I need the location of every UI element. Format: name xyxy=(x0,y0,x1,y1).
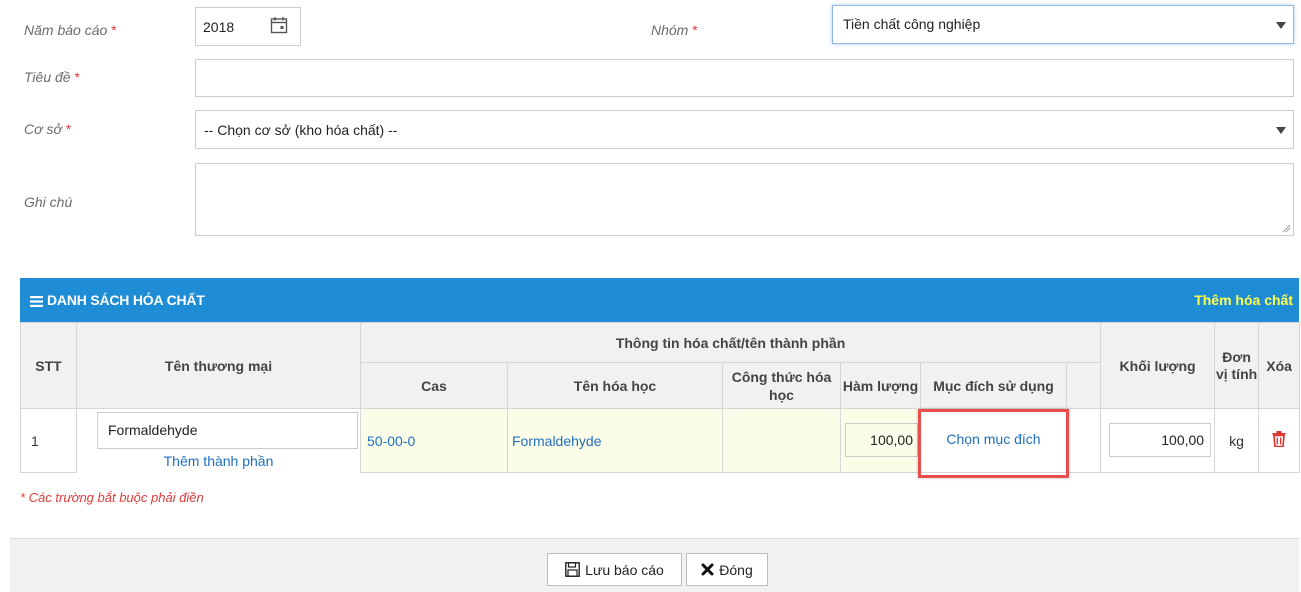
row-weight-cell: 100,00 xyxy=(1100,408,1216,473)
close-label: Đóng xyxy=(719,561,753,578)
row-trade-name-cell: Formaldehyde Thêm thành phần xyxy=(76,408,361,473)
calendar-icon[interactable] xyxy=(270,16,288,37)
required-mark: * xyxy=(692,22,698,38)
facility-label: Cơ sở * xyxy=(24,121,71,137)
table-row: 1 Formaldehyde Thêm thành phần 50-00-0 F… xyxy=(20,408,1301,478)
choose-purpose-link[interactable]: Chọn mục đích xyxy=(921,431,1066,447)
note-label-text: Ghi chú xyxy=(24,194,73,210)
col-header-chem-name: Tên hóa học xyxy=(507,362,723,409)
row-chem-name-value: Formaldehyde xyxy=(512,432,602,449)
col-header-delete: Xóa xyxy=(1258,322,1301,409)
required-mark: * xyxy=(65,121,72,137)
group-select[interactable]: Tiền chất công nghiệp xyxy=(832,5,1294,44)
col-header-formula: Công thức hóa học xyxy=(722,362,841,409)
title-input[interactable] xyxy=(195,59,1294,97)
col-header-cas: Cas xyxy=(360,362,508,409)
row-cas-value: 50-00-0 xyxy=(367,432,416,449)
facility-value: -- Chọn cơ sở (kho hóa chất) -- xyxy=(204,122,398,138)
save-icon xyxy=(565,562,581,577)
trade-name-value: Formaldehyde xyxy=(108,422,198,438)
row-cas: 50-00-0 xyxy=(360,408,508,473)
row-content-cell: 100,00 xyxy=(840,408,921,473)
group-value: Tiền chất công nghiệp xyxy=(843,16,981,32)
resize-handle-icon[interactable] xyxy=(1282,224,1291,233)
required-mark: * xyxy=(111,22,117,38)
row-delete-cell xyxy=(1258,408,1301,473)
row-unit: kg xyxy=(1214,408,1260,473)
year-label: Năm báo cáo * xyxy=(24,22,117,38)
chemical-list-header: DANH SÁCH HÓA CHẤT Thêm hóa chất xyxy=(20,278,1299,322)
required-fields-note: * Các trường bắt buộc phải điền xyxy=(20,490,204,505)
year-label-text: Năm báo cáo xyxy=(24,22,108,38)
col-header-trade-name: Tên thương mại xyxy=(76,322,361,409)
trade-name-input[interactable]: Formaldehyde xyxy=(97,412,358,449)
content-input[interactable]: 100,00 xyxy=(845,423,918,457)
col-header-weight: Khối lượng xyxy=(1100,322,1216,409)
weight-value: 100,00 xyxy=(1161,432,1205,448)
add-chemical-link[interactable]: Thêm hóa chất xyxy=(1194,292,1293,308)
add-component-link[interactable]: Thêm thành phần xyxy=(77,453,360,469)
group-label: Nhóm * xyxy=(651,22,698,38)
group-label-text: Nhóm xyxy=(651,22,689,38)
title-label: Tiêu đề * xyxy=(24,69,80,85)
facility-select[interactable]: -- Chọn cơ sở (kho hóa chất) -- xyxy=(195,110,1294,149)
note-textarea[interactable] xyxy=(195,163,1294,236)
row-unit-value: kg xyxy=(1229,432,1244,449)
chemical-table: STT Tên thương mại Thông tin hóa chất/tê… xyxy=(20,322,1301,478)
save-report-label: Lưu báo cáo xyxy=(585,561,664,578)
content-value: 100,00 xyxy=(870,432,913,448)
required-mark: * xyxy=(74,69,80,85)
row-spacer xyxy=(1065,408,1102,473)
col-header-stt: STT xyxy=(20,322,77,409)
row-stt: 1 xyxy=(20,408,77,473)
weight-input[interactable]: 100,00 xyxy=(1109,423,1212,457)
title-label-text: Tiêu đề xyxy=(24,69,71,85)
row-stt-value: 1 xyxy=(31,432,39,449)
note-label: Ghi chú xyxy=(24,194,72,210)
dropdown-caret-icon xyxy=(1276,22,1286,29)
save-report-button[interactable]: Lưu báo cáo xyxy=(547,553,682,586)
col-header-info-group: Thông tin hóa chất/tên thành phần xyxy=(359,322,1102,363)
col-header-content: Hàm lượng xyxy=(840,362,921,409)
row-formula xyxy=(722,408,841,473)
close-button[interactable]: Đóng xyxy=(686,553,768,586)
chemical-list-title: DANH SÁCH HÓA CHẤT xyxy=(47,292,205,308)
col-header-purpose: Mục đích sử dụng xyxy=(920,362,1067,409)
year-value: 2018 xyxy=(203,19,235,35)
row-chem-name: Formaldehyde xyxy=(507,408,723,473)
trash-icon[interactable] xyxy=(1272,431,1286,450)
col-header-unit: Đơn vị tính xyxy=(1214,322,1260,409)
row-purpose-cell: Chọn mục đích xyxy=(918,408,1069,478)
list-icon xyxy=(30,294,43,310)
col-header-spacer xyxy=(1065,362,1102,409)
facility-label-text: Cơ sở xyxy=(24,121,62,137)
close-icon xyxy=(701,563,714,576)
dropdown-caret-icon xyxy=(1276,127,1286,134)
year-field[interactable]: 2018 xyxy=(195,7,301,46)
